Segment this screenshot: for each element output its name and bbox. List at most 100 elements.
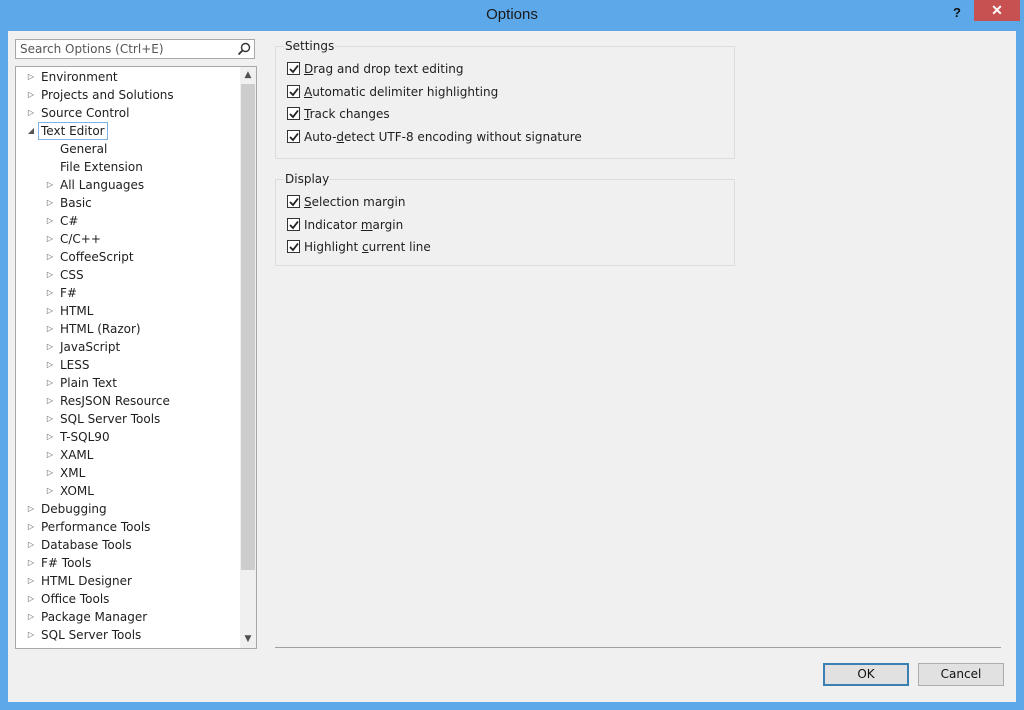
collapsed-triangle-icon[interactable]: ▷ bbox=[45, 248, 55, 266]
tree-node-label: Performance Tools bbox=[41, 520, 151, 534]
tree-node[interactable]: ▷ All Languages bbox=[16, 176, 240, 194]
tree-node[interactable]: ▷ Plain Text bbox=[16, 374, 240, 392]
search-box bbox=[15, 39, 255, 59]
collapsed-triangle-icon[interactable]: ▷ bbox=[45, 302, 55, 320]
tree-node[interactable]: ▷ C/C++ bbox=[16, 230, 240, 248]
collapsed-triangle-icon[interactable]: ▷ bbox=[26, 500, 36, 518]
tree-node[interactable]: ▷ XOML bbox=[16, 482, 240, 500]
checkbox[interactable] bbox=[287, 62, 300, 75]
tree-node-label: Package Manager bbox=[41, 610, 148, 624]
checkbox[interactable] bbox=[287, 84, 300, 98]
expanded-triangle-icon[interactable]: ◢ bbox=[26, 122, 36, 140]
ok-button[interactable]: OK bbox=[823, 663, 909, 686]
tree-node[interactable]: File Extension bbox=[16, 158, 240, 176]
collapsed-triangle-icon[interactable]: ▷ bbox=[45, 374, 55, 392]
tree-node[interactable]: ▷ Database Tools bbox=[16, 536, 240, 554]
checkbox-label[interactable]: Indicator margin bbox=[304, 216, 403, 234]
collapsed-triangle-icon[interactable]: ▷ bbox=[45, 176, 55, 194]
collapsed-triangle-icon[interactable]: ▷ bbox=[45, 356, 55, 374]
checkbox[interactable] bbox=[287, 217, 300, 231]
tree-node-label: SQL Server Tools bbox=[60, 412, 161, 426]
collapsed-triangle-icon[interactable]: ▷ bbox=[45, 446, 55, 464]
collapsed-triangle-icon[interactable]: ▷ bbox=[45, 428, 55, 446]
tree-node[interactable]: ▷ LESS bbox=[16, 356, 240, 374]
tree-node[interactable]: ◢ Text Editor bbox=[16, 122, 240, 140]
tree-node-label: XML bbox=[60, 466, 86, 480]
checkbox-label[interactable]: Drag and drop text editing bbox=[304, 60, 464, 78]
checkbox-label[interactable]: Selection margin bbox=[304, 193, 405, 211]
collapsed-triangle-icon[interactable]: ▷ bbox=[45, 266, 55, 284]
tree-node[interactable]: ▷ CoffeeScript bbox=[16, 248, 240, 266]
tree-node[interactable]: ▷ HTML (Razor) bbox=[16, 320, 240, 338]
tree-node-label: Source Control bbox=[41, 106, 130, 120]
checkmark-icon bbox=[289, 109, 299, 119]
tree-node[interactable]: ▷ HTML bbox=[16, 302, 240, 320]
scrollbar-thumb[interactable] bbox=[241, 84, 255, 570]
close-button[interactable]: ✕ bbox=[974, 0, 1020, 21]
tree-node[interactable]: ▷ SQL Server Tools bbox=[16, 626, 240, 644]
collapsed-triangle-icon[interactable]: ▷ bbox=[45, 230, 55, 248]
collapsed-triangle-icon[interactable]: ▷ bbox=[26, 626, 36, 644]
search-icon[interactable] bbox=[237, 42, 251, 56]
collapsed-triangle-icon[interactable]: ▷ bbox=[45, 392, 55, 410]
collapsed-triangle-icon[interactable]: ▷ bbox=[26, 104, 36, 122]
tree-node[interactable]: ▷ Projects and Solutions bbox=[16, 86, 240, 104]
tree-node[interactable]: ▷ F# Tools bbox=[16, 554, 240, 572]
checkbox[interactable] bbox=[287, 107, 300, 120]
cancel-button[interactable]: Cancel bbox=[918, 663, 1004, 686]
scroll-up-arrow-icon[interactable]: ▲ bbox=[240, 67, 256, 84]
options-tree[interactable]: ▷ Environment ▷ Projects and Solutions ▷ Sour… bbox=[15, 66, 257, 649]
tree-node[interactable]: ▷ Performance Tools bbox=[16, 518, 240, 536]
tree-node[interactable]: General bbox=[16, 140, 240, 158]
checkbox-label[interactable]: Automatic delimiter highlighting bbox=[304, 83, 498, 101]
checkbox[interactable] bbox=[287, 195, 300, 208]
tree-node-label: ResJSON Resource bbox=[60, 394, 170, 408]
title-bar[interactable]: Options ? ✕ bbox=[0, 0, 1024, 32]
collapsed-triangle-icon[interactable]: ▷ bbox=[45, 338, 55, 356]
collapsed-triangle-icon[interactable]: ▷ bbox=[26, 536, 36, 554]
tree-node-label: HTML (Razor) bbox=[60, 322, 141, 336]
tree-node[interactable]: ▷ Basic bbox=[16, 194, 240, 212]
collapsed-triangle-icon[interactable]: ▷ bbox=[26, 68, 36, 86]
checkbox-label[interactable]: Highlight current line bbox=[304, 238, 431, 256]
collapsed-triangle-icon[interactable]: ▷ bbox=[45, 464, 55, 482]
checkbox[interactable] bbox=[287, 129, 300, 143]
tree-node[interactable]: ▷ F# bbox=[16, 284, 240, 302]
window-title: Options bbox=[486, 6, 538, 23]
tree-node[interactable]: ▷ Office Tools bbox=[16, 590, 240, 608]
tree-node[interactable]: ▷ XAML bbox=[16, 446, 240, 464]
collapsed-triangle-icon[interactable]: ▷ bbox=[45, 284, 55, 302]
checkbox-label[interactable]: Auto-detect UTF-8 encoding without signa… bbox=[304, 128, 582, 146]
collapsed-triangle-icon[interactable]: ▷ bbox=[45, 482, 55, 500]
tree-node[interactable]: ▷ Source Control bbox=[16, 104, 240, 122]
tree-node[interactable]: ▷ HTML Designer bbox=[16, 572, 240, 590]
tree-node-label: Projects and Solutions bbox=[41, 88, 174, 102]
collapsed-triangle-icon[interactable]: ▷ bbox=[45, 410, 55, 428]
checkbox[interactable] bbox=[287, 240, 300, 253]
tree-node[interactable]: ▷ CSS bbox=[16, 266, 240, 284]
collapsed-triangle-icon[interactable]: ▷ bbox=[45, 194, 55, 212]
tree-node[interactable]: ▷ Debugging bbox=[16, 500, 240, 518]
collapsed-triangle-icon[interactable]: ▷ bbox=[26, 572, 36, 590]
collapsed-triangle-icon[interactable]: ▷ bbox=[26, 590, 36, 608]
tree-node[interactable]: ▷ JavaScript bbox=[16, 338, 240, 356]
collapsed-triangle-icon[interactable]: ▷ bbox=[26, 518, 36, 536]
tree-node[interactable]: ▷ Environment bbox=[16, 68, 240, 86]
help-button[interactable]: ? bbox=[944, 3, 970, 23]
collapsed-triangle-icon[interactable]: ▷ bbox=[26, 554, 36, 572]
tree-node[interactable]: ▷ XML bbox=[16, 464, 240, 482]
scroll-down-arrow-icon[interactable]: ▼ bbox=[240, 631, 256, 648]
checkbox-label[interactable]: Track changes bbox=[304, 105, 390, 123]
tree-node[interactable]: ▷ Package Manager bbox=[16, 608, 240, 626]
tree-scrollbar[interactable]: ▲ ▼ bbox=[240, 67, 256, 648]
tree-node[interactable]: ▷ SQL Server Tools bbox=[16, 410, 240, 428]
collapsed-triangle-icon[interactable]: ▷ bbox=[45, 320, 55, 338]
collapsed-triangle-icon[interactable]: ▷ bbox=[45, 212, 55, 230]
search-input[interactable] bbox=[16, 40, 238, 58]
settings-group-title: Settings bbox=[284, 39, 336, 53]
tree-node[interactable]: ▷ T-SQL90 bbox=[16, 428, 240, 446]
collapsed-triangle-icon[interactable]: ▷ bbox=[26, 608, 36, 626]
tree-node[interactable]: ▷ ResJSON Resource bbox=[16, 392, 240, 410]
collapsed-triangle-icon[interactable]: ▷ bbox=[26, 86, 36, 104]
tree-node[interactable]: ▷ C# bbox=[16, 212, 240, 230]
